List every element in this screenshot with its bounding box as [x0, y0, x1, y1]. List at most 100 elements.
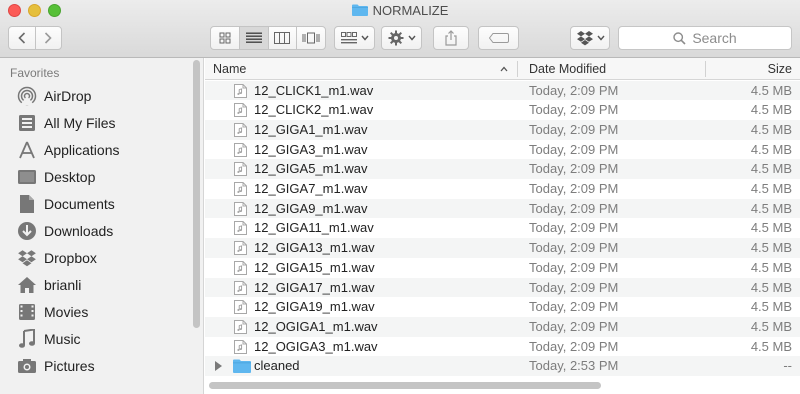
- pictures-icon: [16, 356, 38, 376]
- sidebar-item-label: Applications: [44, 142, 120, 158]
- file-name: 12_CLICK2_m1.wav: [254, 102, 374, 118]
- icon-view-button[interactable]: [211, 27, 240, 49]
- list-view-button[interactable]: [239, 27, 269, 49]
- sidebar-item-all-my-files[interactable]: All My Files: [16, 112, 116, 134]
- chevron-left-icon: [18, 32, 25, 44]
- sidebar-item-label: Downloads: [44, 223, 114, 239]
- audio-file-icon: [234, 142, 247, 157]
- table-row[interactable]: 12_GIGA5_m1.wav Today, 2:09 PM 4.5 MB: [205, 159, 800, 179]
- column-header-date-modified[interactable]: Date Modified: [529, 58, 606, 80]
- column-header-name-label: Name: [213, 62, 247, 76]
- dropbox-menu-button[interactable]: [570, 26, 610, 50]
- forward-button[interactable]: [36, 27, 62, 49]
- audio-file-icon: [234, 201, 247, 216]
- sidebar-item-label: Dropbox: [44, 250, 97, 266]
- tag-icon: [488, 33, 509, 43]
- search-placeholder: Search: [692, 30, 737, 46]
- file-size: 4.5 MB: [750, 240, 792, 256]
- tags-button[interactable]: [478, 26, 519, 50]
- column-divider: [517, 61, 518, 77]
- table-row[interactable]: 12_GIGA13_m1.wav Today, 2:09 PM 4.5 MB: [205, 238, 800, 258]
- column-divider: [705, 61, 706, 77]
- file-date-modified: Today, 2:09 PM: [529, 299, 619, 315]
- column-header-name[interactable]: Name: [213, 58, 246, 80]
- file-size: 4.5 MB: [750, 318, 792, 334]
- arrange-button[interactable]: [334, 26, 375, 50]
- file-date-modified: Today, 2:09 PM: [529, 161, 619, 177]
- file-size: 4.5 MB: [750, 220, 792, 236]
- home-icon: [16, 275, 38, 295]
- sidebar-item-label: brianli: [44, 277, 82, 293]
- file-date-modified: Today, 2:09 PM: [529, 102, 619, 118]
- action-menu-button[interactable]: [381, 26, 422, 50]
- audio-file-icon: [234, 241, 247, 256]
- disclosure-triangle-icon[interactable]: [215, 361, 222, 372]
- file-size: 4.5 MB: [750, 200, 792, 216]
- sort-ascending-icon: [500, 66, 508, 72]
- chevron-down-icon: [360, 35, 369, 41]
- table-row[interactable]: 12_GIGA7_m1.wav Today, 2:09 PM 4.5 MB: [205, 179, 800, 199]
- applications-icon: [16, 140, 38, 160]
- folder-icon: [233, 359, 251, 374]
- sidebar-item-label: AirDrop: [44, 88, 92, 104]
- table-row[interactable]: 12_CLICK2_m1.wav Today, 2:09 PM 4.5 MB: [205, 100, 800, 120]
- table-row[interactable]: 12_GIGA11_m1.wav Today, 2:09 PM 4.5 MB: [205, 218, 800, 238]
- file-size: 4.5 MB: [750, 338, 792, 354]
- table-row[interactable]: 12_GIGA15_m1.wav Today, 2:09 PM 4.5 MB: [205, 258, 800, 278]
- sidebar-item-brianli[interactable]: brianli: [16, 274, 81, 296]
- search-field[interactable]: Search: [618, 26, 792, 50]
- file-name: 12_OGIGA3_m1.wav: [254, 338, 378, 354]
- file-size: 4.5 MB: [750, 141, 792, 157]
- column-header-size[interactable]: Size: [768, 58, 792, 80]
- table-row[interactable]: 12_GIGA3_m1.wav Today, 2:09 PM 4.5 MB: [205, 140, 800, 160]
- share-button[interactable]: [433, 26, 469, 50]
- table-row[interactable]: 12_GIGA19_m1.wav Today, 2:09 PM 4.5 MB: [205, 297, 800, 317]
- file-name: 12_GIGA3_m1.wav: [254, 141, 368, 157]
- sidebar: Favorites AirDrop All My Files Applicati…: [0, 58, 204, 394]
- folder-row[interactable]: cleaned Today, 2:53 PM --: [205, 356, 800, 376]
- share-icon: [445, 30, 457, 46]
- file-name: 12_GIGA17_m1.wav: [254, 279, 375, 295]
- audio-file-icon: [234, 162, 247, 177]
- sidebar-item-movies[interactable]: Movies: [16, 301, 88, 323]
- cover-flow-button[interactable]: [297, 27, 325, 49]
- back-button[interactable]: [9, 27, 36, 49]
- column-header-date-label: Date Modified: [529, 62, 607, 76]
- horizontal-scrollbar[interactable]: [209, 382, 601, 389]
- sidebar-scrollbar[interactable]: [193, 60, 200, 328]
- downloads-icon: [16, 221, 38, 241]
- file-size: 4.5 MB: [750, 102, 792, 118]
- table-row[interactable]: 12_OGIGA1_m1.wav Today, 2:09 PM 4.5 MB: [205, 316, 800, 337]
- file-name: 12_GIGA11_m1.wav: [254, 220, 374, 236]
- sidebar-item-downloads[interactable]: Downloads: [16, 220, 113, 242]
- sidebar-item-desktop[interactable]: Desktop: [16, 166, 95, 188]
- documents-icon: [16, 194, 38, 214]
- file-size: 4.5 MB: [750, 161, 792, 177]
- search-icon: [673, 31, 686, 45]
- file-name: 12_GIGA7_m1.wav: [254, 181, 368, 196]
- column-view-button[interactable]: [269, 27, 298, 49]
- sidebar-item-dropbox[interactable]: Dropbox: [16, 247, 97, 269]
- sidebar-item-documents[interactable]: Documents: [16, 193, 115, 215]
- cover-flow-icon: [302, 32, 320, 44]
- sidebar-item-label: Music: [44, 331, 81, 347]
- table-row[interactable]: 12_GIGA17_m1.wav Today, 2:09 PM 4.5 MB: [205, 277, 800, 298]
- chevron-right-icon: [45, 32, 52, 44]
- finder-window: NORMALIZE Search Favorites AirDrop All M…: [0, 0, 800, 394]
- sidebar-item-airdrop[interactable]: AirDrop: [16, 85, 91, 107]
- window-title-text: NORMALIZE: [372, 3, 449, 18]
- column-view-icon: [274, 32, 291, 44]
- back-forward-control: [8, 26, 62, 50]
- table-row[interactable]: 12_CLICK1_m1.wav Today, 2:09 PM 4.5 MB: [205, 80, 800, 101]
- table-row[interactable]: 12_OGIGA3_m1.wav Today, 2:09 PM 4.5 MB: [205, 337, 800, 357]
- sidebar-item-label: Desktop: [44, 169, 96, 185]
- sidebar-item-applications[interactable]: Applications: [16, 139, 120, 161]
- file-date-modified: Today, 2:09 PM: [529, 220, 619, 236]
- sidebar-item-pictures[interactable]: Pictures: [16, 355, 95, 377]
- file-date-modified: Today, 2:09 PM: [529, 318, 619, 334]
- table-row[interactable]: 12_GIGA9_m1.wav Today, 2:09 PM 4.5 MB: [205, 198, 800, 219]
- file-date-modified: Today, 2:09 PM: [529, 200, 619, 216]
- table-row[interactable]: 12_GIGA1_m1.wav Today, 2:09 PM 4.5 MB: [205, 119, 800, 140]
- audio-file-icon: [234, 182, 247, 196]
- sidebar-item-music[interactable]: Music: [16, 328, 81, 350]
